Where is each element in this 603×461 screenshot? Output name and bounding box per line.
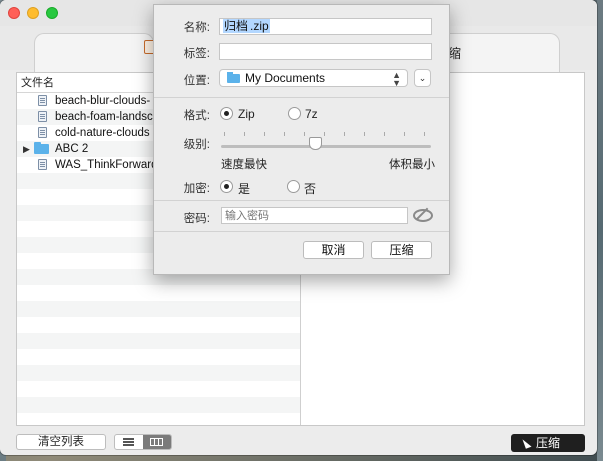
expand-chevron-button[interactable]: ⌄	[414, 69, 431, 87]
file-name: beach-foam-landsc	[55, 111, 153, 123]
empty-row	[17, 397, 300, 413]
encrypt-yes-radio[interactable]	[220, 180, 233, 193]
zoom-window-button[interactable]	[46, 7, 58, 19]
empty-row	[17, 301, 300, 317]
slider-tick	[344, 132, 345, 136]
name-extension: .zip	[249, 19, 270, 33]
desktop-background-right	[597, 0, 603, 461]
encrypt-no-label[interactable]: 否	[304, 180, 316, 197]
password-label: 密码:	[183, 213, 210, 225]
minimize-window-button[interactable]	[27, 7, 39, 19]
tags-label: 标签:	[183, 48, 210, 60]
document-icon	[38, 111, 47, 122]
folder-icon	[227, 72, 240, 83]
compression-level-slider[interactable]	[221, 145, 431, 148]
encrypt-yes-label[interactable]: 是	[238, 180, 250, 197]
location-label: 位置:	[183, 75, 210, 87]
name-label: 名称:	[183, 22, 210, 34]
format-zip-radio[interactable]	[220, 107, 233, 120]
slider-tick	[364, 132, 365, 136]
empty-row	[17, 365, 300, 381]
empty-row	[17, 333, 300, 349]
file-name: beach-blur-clouds-	[55, 95, 151, 107]
divider	[154, 97, 449, 98]
format-7z-radio[interactable]	[288, 107, 301, 120]
format-zip-label[interactable]: Zip	[238, 107, 255, 121]
name-selection: 归档	[223, 19, 250, 33]
slider-tick	[224, 132, 225, 136]
empty-row	[17, 349, 300, 365]
tab-archive[interactable]	[34, 33, 154, 73]
location-value: My Documents	[245, 71, 326, 85]
slider-tick	[424, 132, 425, 136]
clear-list-button[interactable]: 清空列表	[16, 434, 106, 450]
slider-tick	[384, 132, 385, 136]
empty-row	[17, 381, 300, 397]
compress-options-sheet: 名称: 归档 .zip 标签: 位置: My Documents ▲ ▼ ⌄ 格式:…	[153, 4, 450, 275]
level-label: 级别:	[183, 139, 210, 151]
empty-row	[17, 413, 300, 425]
format-label: 格式:	[183, 110, 210, 122]
slider-tick	[304, 132, 305, 136]
slider-tick	[244, 132, 245, 136]
column-view-button[interactable]	[143, 435, 171, 449]
slider-tick	[404, 132, 405, 136]
column-view-icon	[150, 438, 163, 446]
document-icon	[38, 159, 47, 170]
view-mode-segmented-control[interactable]	[114, 434, 172, 450]
file-name: WAS_ThinkForward	[55, 159, 158, 171]
empty-row	[17, 285, 300, 301]
close-window-button[interactable]	[8, 7, 20, 19]
password-field[interactable]	[221, 207, 408, 224]
slider-tick	[324, 132, 325, 136]
cancel-button[interactable]: 取消	[303, 241, 364, 259]
document-icon	[38, 127, 47, 138]
file-name: ABC 2	[55, 143, 89, 155]
slider-tick	[264, 132, 265, 136]
dialog-compress-button[interactable]: 压缩	[371, 241, 432, 259]
list-view-icon	[123, 438, 134, 440]
tags-field[interactable]	[219, 43, 432, 60]
up-down-chevron-icon: ▲ ▼	[392, 70, 401, 88]
disclosure-triangle-icon[interactable]: ▶	[23, 141, 30, 157]
empty-row	[17, 317, 300, 333]
archive-name-field[interactable]: 归档 .zip	[219, 18, 432, 35]
divider	[154, 200, 449, 201]
format-7z-label[interactable]: 7z	[305, 107, 318, 121]
compress-button[interactable]: 压缩	[511, 434, 585, 452]
encrypt-label: 加密:	[183, 183, 210, 195]
encrypt-no-radio[interactable]	[287, 180, 300, 193]
slider-knob[interactable]	[309, 137, 322, 150]
hide-password-eye-icon[interactable]	[413, 208, 433, 222]
level-min-label: 速度最快	[221, 159, 267, 171]
location-popup[interactable]: My Documents ▲ ▼	[219, 69, 408, 88]
folder-icon	[34, 142, 49, 154]
file-name: cold-nature-clouds	[55, 127, 150, 139]
list-view-button[interactable]	[115, 435, 143, 449]
level-max-label: 体积最小	[389, 159, 435, 171]
slider-tick	[284, 132, 285, 136]
divider	[154, 231, 449, 232]
document-icon	[38, 95, 47, 106]
